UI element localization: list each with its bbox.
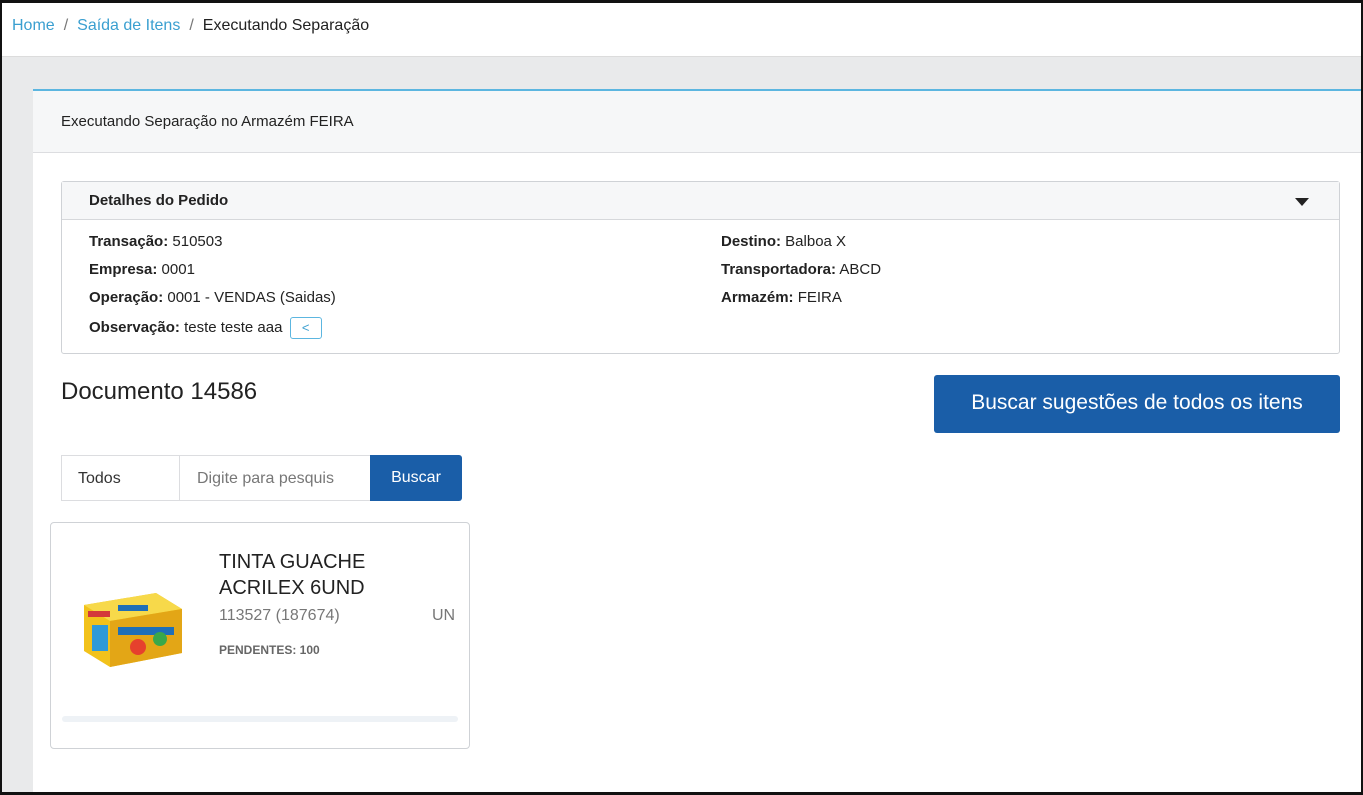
detail-row-warehouse: Armazém: FEIRA <box>721 289 881 317</box>
detail-value: FEIRA <box>797 289 842 306</box>
detail-value: teste teste aaa <box>184 318 283 336</box>
search-button[interactable]: Buscar <box>370 455 462 501</box>
order-details-header[interactable]: Detalhes do Pedido <box>62 182 1339 220</box>
detail-row-carrier: Transportadora: ABCD <box>721 261 881 289</box>
detail-label: Armazém: <box>721 289 794 306</box>
detail-value: 0001 <box>161 261 195 278</box>
detail-row-observation: Observação: teste teste aaa < <box>89 317 336 345</box>
breadcrumb-section-link[interactable]: Saída de Itens <box>77 17 180 35</box>
order-details-body: Transação: 510503 Empresa: 0001 Operação… <box>62 220 1339 352</box>
details-right-column: Destino: Balboa X Transportadora: ABCD A… <box>721 233 881 317</box>
product-progress-bar <box>62 716 458 722</box>
detail-label: Empresa: <box>89 261 158 278</box>
detail-row-operation: Operação: 0001 - VENDAS (Saidas) <box>89 289 336 317</box>
detail-row-transaction: Transação: 510503 <box>89 233 336 261</box>
product-code: 113527 (187674) <box>219 607 340 624</box>
product-image <box>84 593 182 667</box>
detail-label: Destino: <box>721 233 781 250</box>
document-title: Documento 14586 <box>61 378 258 405</box>
detail-row-destination: Destino: Balboa X <box>721 233 881 261</box>
breadcrumb-current: Executando Separação <box>202 17 370 34</box>
detail-value: 0001 - VENDAS (Saidas) <box>167 289 336 306</box>
detail-value: ABCD <box>839 261 882 278</box>
detail-label: Transportadora: <box>721 261 837 278</box>
detail-label: Operação: <box>89 289 164 306</box>
product-card[interactable]: TINTA GUACHE ACRILEX 6UND 113527 (187674… <box>50 522 470 749</box>
detail-label: Observação: <box>89 318 180 336</box>
search-input[interactable]: Digite para pesquis <box>179 455 370 501</box>
detail-row-company: Empresa: 0001 <box>89 261 336 289</box>
product-name: TINTA GUACHE ACRILEX 6UND <box>219 551 366 599</box>
product-pending-count: PENDENTES: 100 <box>219 643 320 657</box>
detail-value: Balboa X <box>785 233 847 250</box>
main-card: Executando Separação no Armazém FEIRA De… <box>33 89 1361 792</box>
product-unit: UN <box>432 607 456 624</box>
detail-label: Transação: <box>89 233 169 250</box>
app-frame: Home / Saída de Itens / Executando Separ… <box>2 3 1361 792</box>
details-left-column: Transação: 510503 Empresa: 0001 Operação… <box>89 233 336 345</box>
breadcrumb-home-link[interactable]: Home <box>12 17 55 35</box>
breadcrumb-separator: / <box>63 17 69 34</box>
status-filter-select[interactable]: Todos <box>61 455 179 501</box>
item-filter-bar: Todos Digite para pesquis Buscar <box>61 455 462 501</box>
suggest-all-items-button[interactable]: Buscar sugestões de todos os itens <box>934 375 1340 433</box>
top-bar: Home / Saída de Itens / Executando Separ… <box>2 3 1361 57</box>
card-title: Executando Separação no Armazém FEIRA <box>33 91 1361 153</box>
order-details-title: Detalhes do Pedido <box>89 192 229 209</box>
observation-toggle-button[interactable]: < <box>289 317 322 339</box>
caret-down-icon[interactable] <box>1295 198 1309 206</box>
breadcrumb: Home / Saída de Itens / Executando Separ… <box>12 17 369 35</box>
detail-value: 510503 <box>172 233 223 250</box>
order-details-panel: Detalhes do Pedido Transação: 510503 Emp… <box>61 181 1340 354</box>
breadcrumb-separator: / <box>189 17 194 34</box>
